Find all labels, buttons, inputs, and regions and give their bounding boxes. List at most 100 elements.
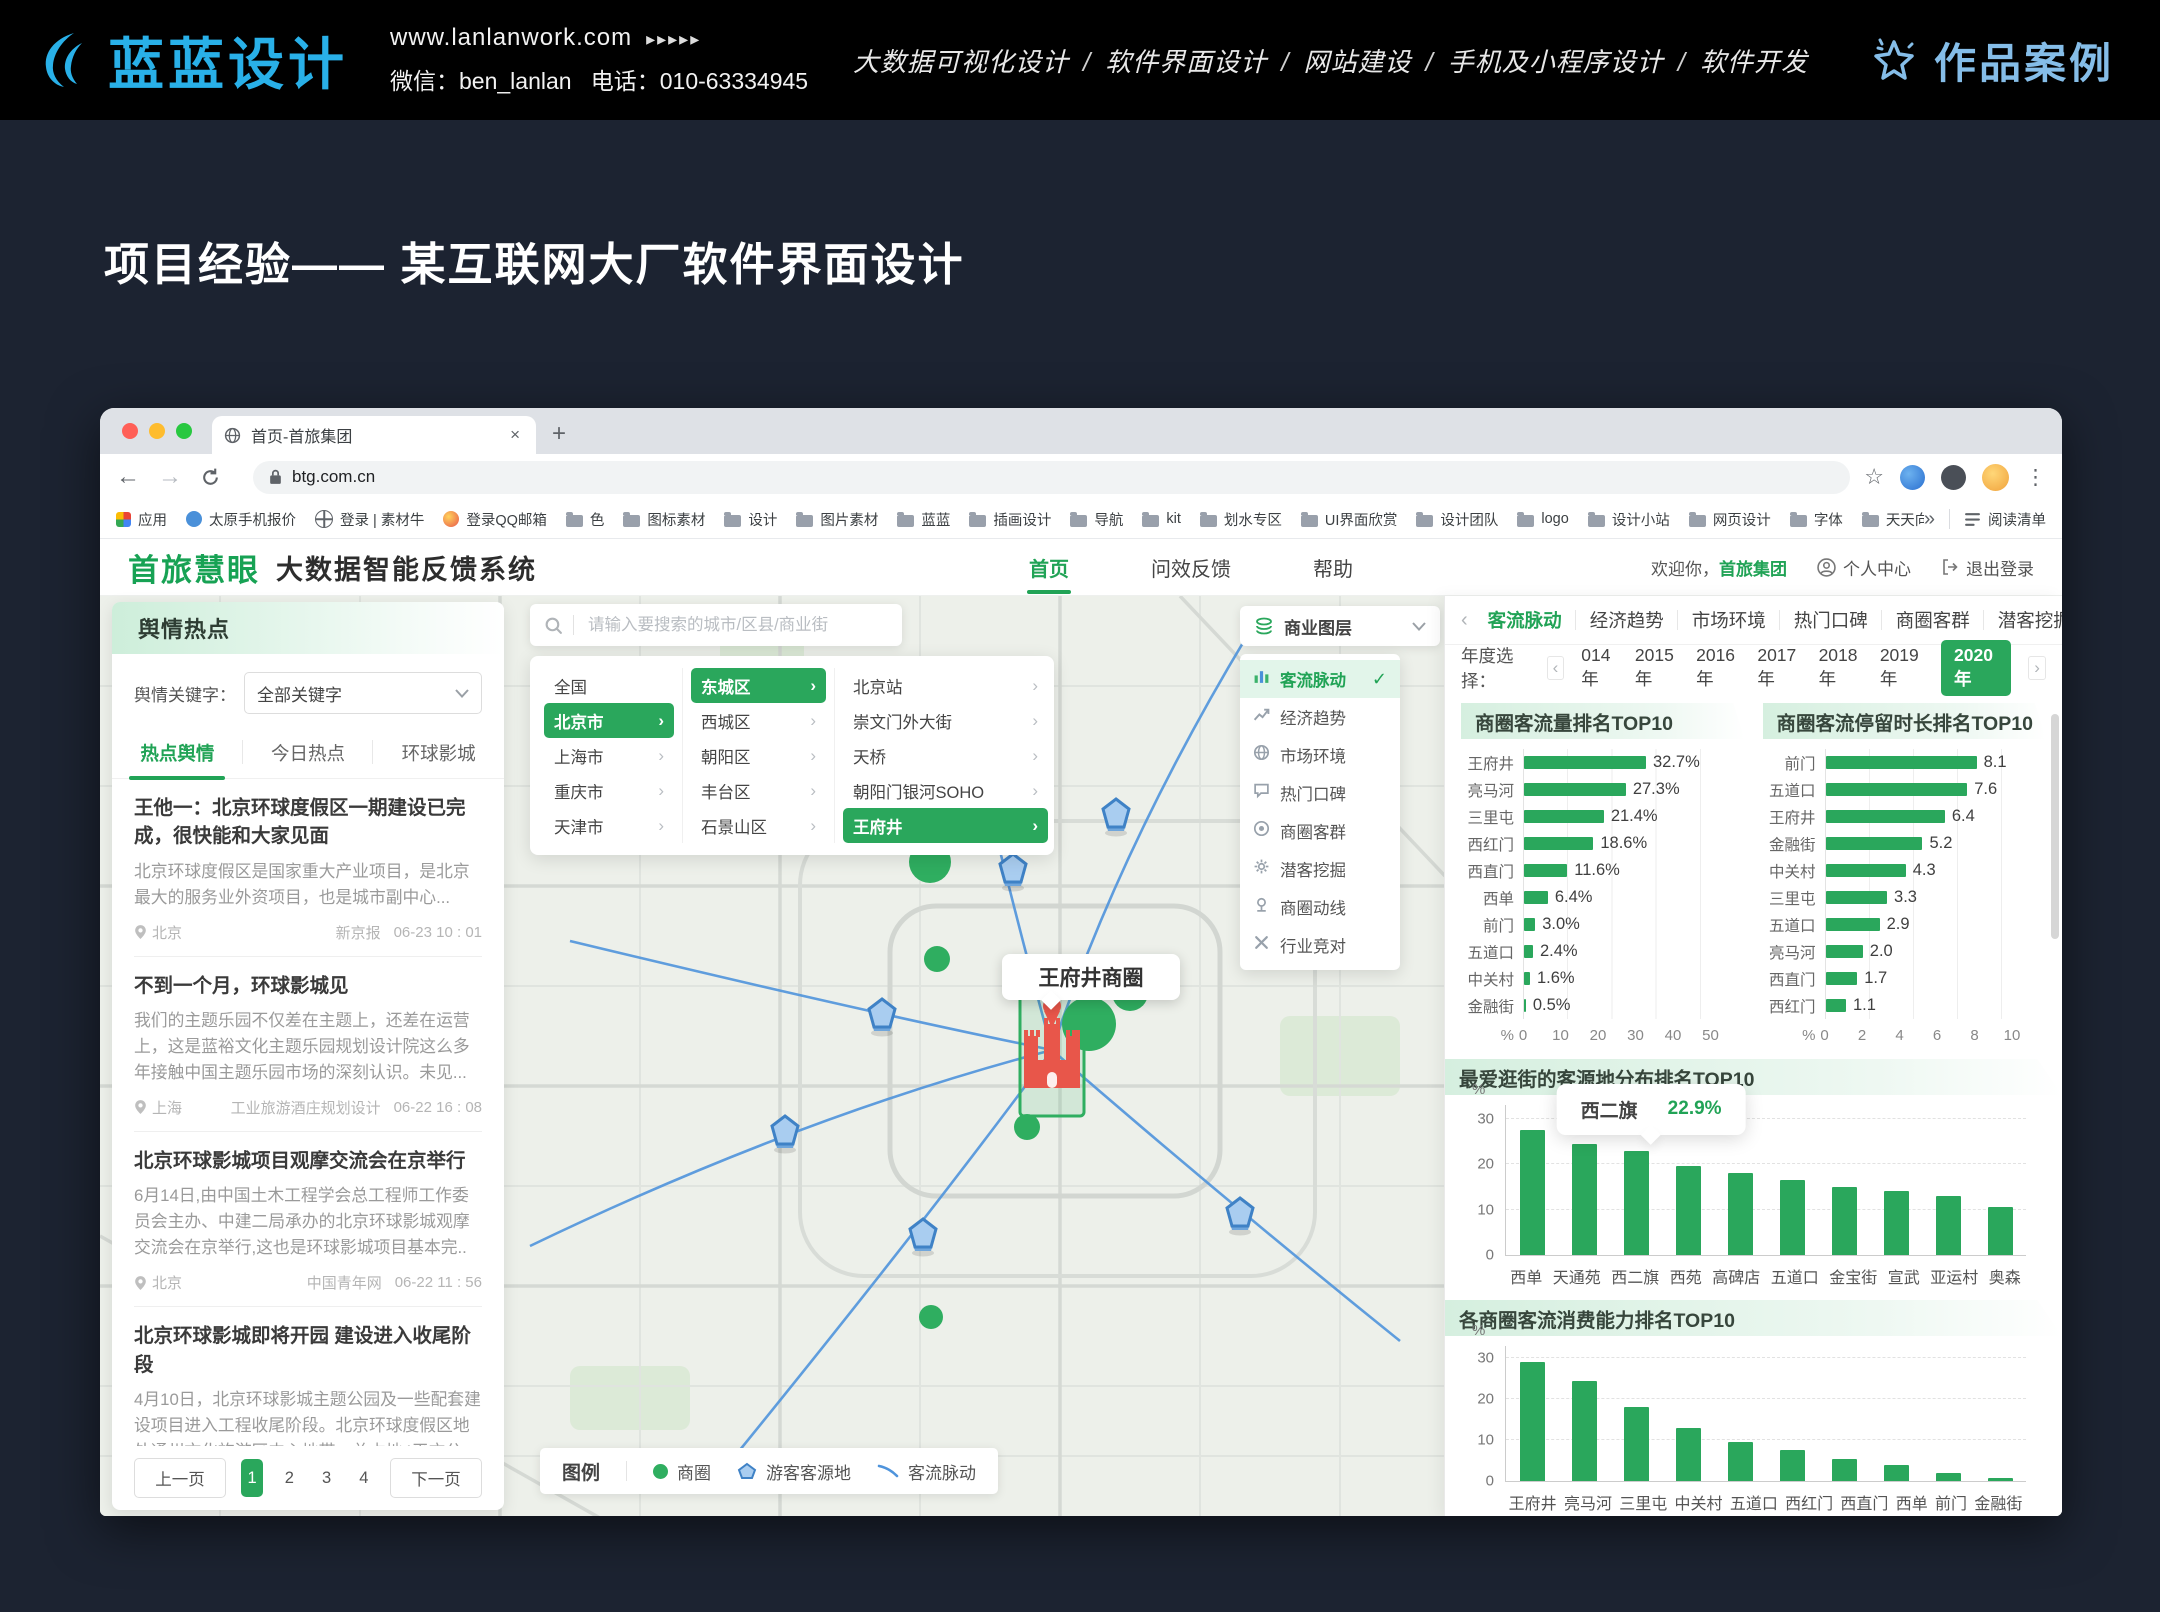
forward-icon[interactable]: →: [158, 463, 182, 491]
address-bar[interactable]: btg.com.cn: [253, 461, 1850, 494]
prev-page-button[interactable]: 上一页: [134, 1458, 226, 1498]
analytics-tab[interactable]: 市场环境: [1678, 607, 1780, 633]
bookmark-item[interactable]: logo: [1517, 511, 1568, 527]
sentiment-tab[interactable]: 今日热点: [243, 730, 374, 778]
nav-item-帮助[interactable]: 帮助: [1311, 539, 1355, 596]
region-item[interactable]: 东城区›: [691, 668, 826, 703]
nav-item-问效反馈[interactable]: 问效反馈: [1149, 539, 1233, 596]
region-item[interactable]: 西城区›: [691, 703, 826, 738]
bookmark-item[interactable]: 太原手机报价: [186, 509, 296, 530]
news-item[interactable]: 王他一：北京环球度假区一期建设已完成，很快能和大家见面北京环球度假区是国家重大产…: [134, 779, 482, 957]
minimize-window-button[interactable]: [149, 423, 165, 439]
news-item[interactable]: 北京环球影城即将开园 建设进入收尾阶段4月10日，北京环球影城主题公园及一些配套…: [134, 1307, 482, 1446]
bookmark-item[interactable]: 导航: [1070, 509, 1123, 530]
region-item[interactable]: 朝阳区›: [691, 738, 826, 773]
region-item[interactable]: 天桥›: [843, 738, 1048, 773]
year-option[interactable]: 2016年: [1696, 645, 1740, 691]
origin-markers[interactable]: [772, 799, 1253, 1257]
year-option[interactable]: 2015年: [1635, 645, 1679, 691]
origin-marker[interactable]: [772, 1116, 798, 1154]
region-item[interactable]: 崇文门外大街›: [843, 703, 1048, 738]
maximize-window-button[interactable]: [176, 423, 192, 439]
bookmark-item[interactable]: 划水专区: [1200, 509, 1282, 530]
tabs-scroll-left-icon[interactable]: ‹: [1455, 609, 1474, 632]
page-number[interactable]: 4: [353, 1459, 375, 1497]
region-item[interactable]: 朝阳门银河SOHO›: [843, 773, 1048, 808]
bookmark-item[interactable]: 设计团队: [1416, 509, 1498, 530]
analytics-tab[interactable]: 商圈客群: [1882, 607, 1984, 633]
tab-close-icon[interactable]: ×: [506, 425, 524, 445]
browser-tab[interactable]: 首页-首旅集团 ×: [212, 416, 536, 454]
bookmark-item[interactable]: 设计: [724, 509, 777, 530]
bookmark-item[interactable]: 网页设计: [1689, 509, 1771, 530]
year-option[interactable]: 2018年: [1819, 645, 1863, 691]
nav-item-首页[interactable]: 首页: [1027, 539, 1071, 596]
logout-button[interactable]: 退出登录: [1941, 555, 2034, 580]
bookmark-item[interactable]: 色: [566, 509, 605, 530]
year-option[interactable]: 014年: [1581, 645, 1618, 691]
account-name[interactable]: 首旅集团: [1719, 560, 1787, 579]
new-tab-button[interactable]: +: [552, 420, 566, 448]
window-controls[interactable]: [100, 408, 212, 454]
region-item[interactable]: 王府井›: [843, 808, 1048, 843]
sentiment-tab[interactable]: 热点舆情: [112, 730, 243, 778]
year-option[interactable]: 2020年: [1941, 640, 2011, 696]
region-item[interactable]: 石景山区›: [691, 808, 826, 843]
layer-item[interactable]: 客流脉动✓: [1240, 660, 1400, 698]
layer-item[interactable]: 经济趋势: [1240, 698, 1400, 736]
analytics-tab[interactable]: 热门口碑: [1780, 607, 1882, 633]
analytics-tab[interactable]: 客流脉动: [1474, 607, 1576, 633]
layer-dropdown-button[interactable]: 商业图层: [1240, 606, 1440, 646]
bookmark-item[interactable]: 设计小站: [1588, 509, 1670, 530]
bookmark-item[interactable]: 图片素材: [796, 509, 878, 530]
next-page-button[interactable]: 下一页: [390, 1458, 482, 1498]
page-number[interactable]: 2: [278, 1459, 300, 1497]
extension-icon[interactable]: [1900, 465, 1925, 490]
bookmark-item[interactable]: 应用: [116, 509, 167, 530]
origin-marker[interactable]: [910, 1219, 936, 1257]
map-search-box[interactable]: [530, 604, 902, 646]
layer-item[interactable]: 行业竞对: [1240, 926, 1400, 964]
bookmark-item[interactable]: 蓝蓝: [897, 509, 950, 530]
bookmark-item[interactable]: kit: [1142, 511, 1181, 527]
analytics-tab[interactable]: 经济趋势: [1576, 607, 1678, 633]
sentiment-tab[interactable]: 环球影城: [373, 730, 504, 778]
year-option[interactable]: 2017年: [1757, 645, 1801, 691]
bookmark-item[interactable]: 字体: [1790, 509, 1843, 530]
bookmark-star-icon[interactable]: ☆: [1864, 464, 1884, 490]
search-input[interactable]: [586, 615, 888, 636]
year-prev-icon[interactable]: ‹: [1547, 656, 1565, 680]
profile-center-button[interactable]: 个人中心: [1817, 555, 1911, 580]
layer-item[interactable]: 市场环境: [1240, 736, 1400, 774]
reading-list-button[interactable]: 阅读清单: [1964, 509, 2046, 530]
region-item[interactable]: 北京市›: [544, 703, 674, 738]
year-next-icon[interactable]: ›: [2028, 656, 2046, 680]
year-option[interactable]: 2019年: [1880, 645, 1924, 691]
bookmark-item[interactable]: 天天向上: [1862, 509, 1924, 530]
news-item[interactable]: 不到一个月，环球影城见我们的主题乐园不仅差在主题上，还差在运营上，这是蓝裕文化主…: [134, 957, 482, 1132]
region-item[interactable]: 北京站›: [843, 668, 1048, 703]
profile-avatar[interactable]: [1982, 464, 2009, 491]
layer-item[interactable]: 潜客挖掘: [1240, 850, 1400, 888]
browser-menu-icon[interactable]: ⋮: [2025, 465, 2046, 490]
layer-item[interactable]: 商圈客群: [1240, 812, 1400, 850]
extension-icon[interactable]: [1941, 465, 1966, 490]
bookmarks-overflow-icon[interactable]: »: [1924, 508, 1935, 531]
page-number[interactable]: 3: [316, 1459, 338, 1497]
region-item[interactable]: 丰台区›: [691, 773, 826, 808]
keyword-select[interactable]: 全部关键字: [244, 672, 482, 714]
region-item[interactable]: 全国: [544, 668, 674, 703]
scrollbar[interactable]: [2051, 714, 2059, 939]
news-item[interactable]: 北京环球影城项目观摩交流会在京举行6月14日,由中国土木工程学会总工程师工作委员…: [134, 1132, 482, 1307]
bookmark-item[interactable]: UI界面欣赏: [1301, 509, 1398, 530]
bookmark-item[interactable]: 登录 | 素材牛: [315, 509, 424, 530]
reload-icon[interactable]: [200, 467, 221, 488]
region-item[interactable]: 上海市›: [544, 738, 674, 773]
back-icon[interactable]: ←: [116, 463, 140, 491]
close-window-button[interactable]: [122, 423, 138, 439]
layer-item[interactable]: 热门口碑: [1240, 774, 1400, 812]
bookmark-item[interactable]: 图标素材: [623, 509, 705, 530]
analytics-tab[interactable]: 潜客挖掘: [1984, 607, 2062, 633]
region-item[interactable]: 天津市›: [544, 808, 674, 843]
origin-marker[interactable]: [1103, 799, 1129, 837]
